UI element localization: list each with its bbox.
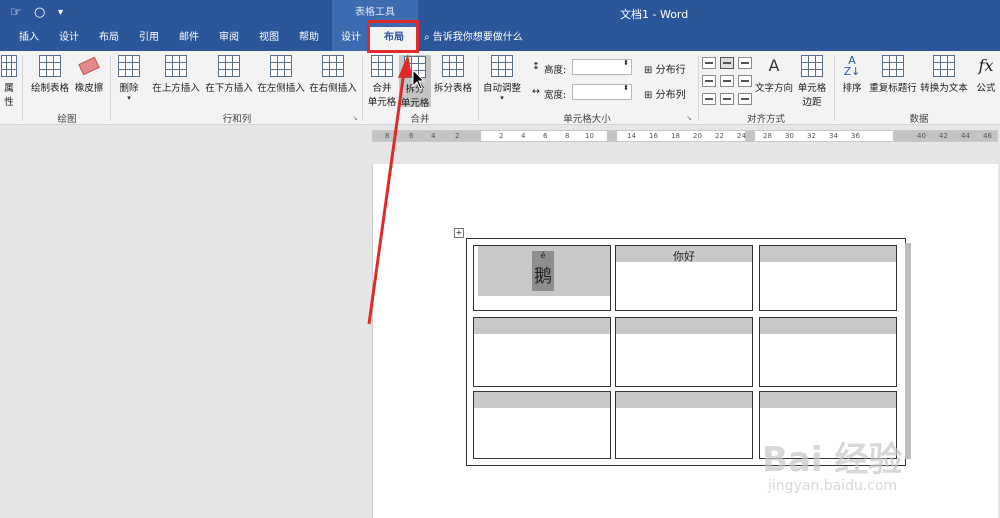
watermark-url: jingyan.baidu.com [768,478,898,494]
watermark-logo: Bai 经验 [762,440,903,480]
arrow-head [398,54,412,78]
mouse-cursor-icon [412,68,426,90]
arrow-shaft [367,63,407,325]
